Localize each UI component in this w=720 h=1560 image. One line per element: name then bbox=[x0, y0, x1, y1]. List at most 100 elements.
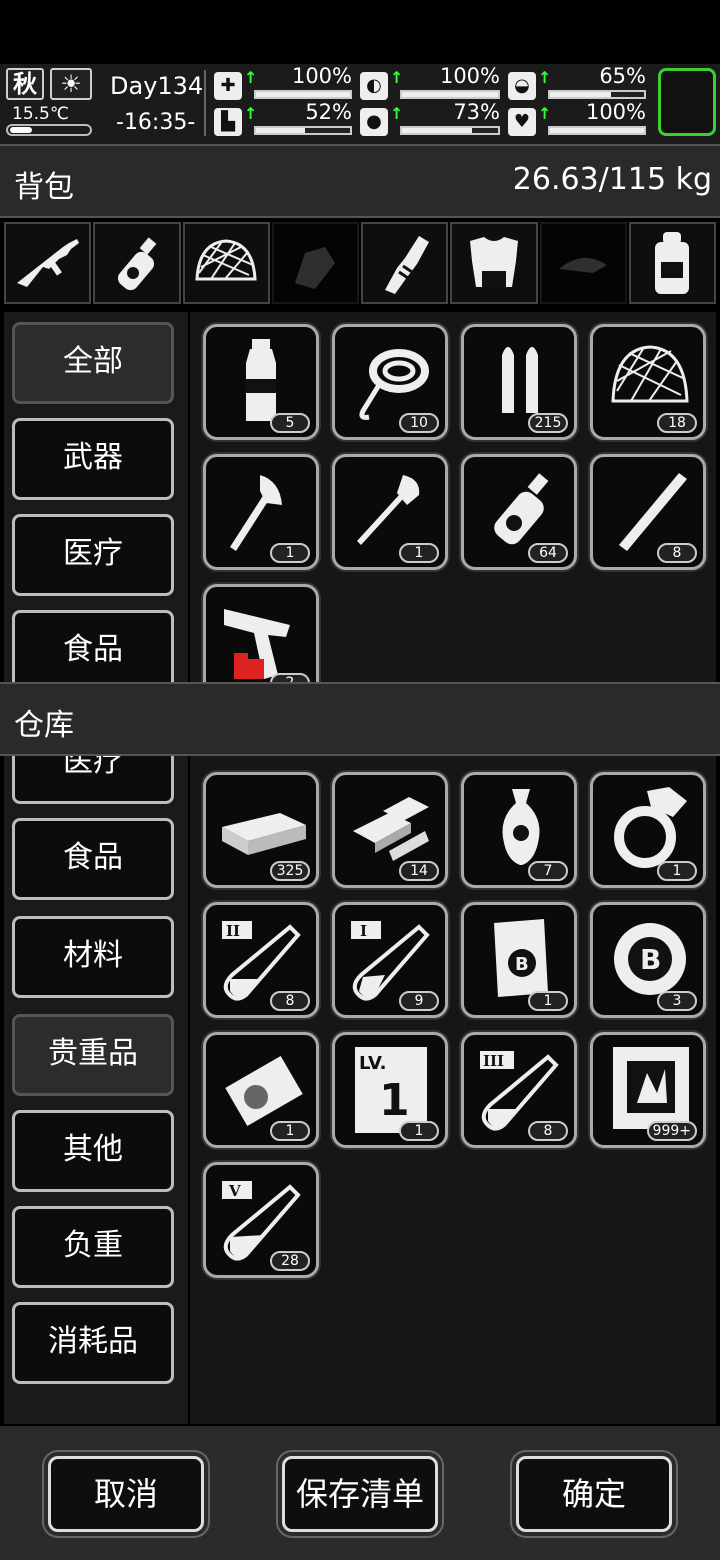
sun-icon: ☀ bbox=[50, 68, 92, 100]
item-level-card[interactable]: LV. 1 1 bbox=[332, 1032, 448, 1148]
photo-card-icon bbox=[613, 1047, 689, 1129]
equip-slot-gloves[interactable] bbox=[271, 222, 359, 304]
item-test-tube-5[interactable]: V 28 bbox=[203, 1162, 319, 1278]
save-list-button[interactable]: 保存清单 bbox=[282, 1456, 438, 1532]
item-stick[interactable]: 8 bbox=[590, 454, 706, 570]
item-rope[interactable]: 10 bbox=[332, 324, 448, 440]
equipment-strip bbox=[4, 222, 716, 304]
stat-armor: ◒ ↑ 65% bbox=[508, 64, 646, 100]
item-water-bottle[interactable]: 5 bbox=[203, 324, 319, 440]
boot-icon: ▙ bbox=[214, 108, 242, 136]
svg-text:1: 1 bbox=[379, 1075, 410, 1126]
temperature-label: 15.5℃ bbox=[12, 104, 69, 124]
game-clock: -16:35- bbox=[116, 110, 196, 135]
stat-mood: ♥ ↑ 100% bbox=[508, 100, 646, 136]
quick-slot-button[interactable] bbox=[658, 68, 716, 136]
svg-text:B: B bbox=[640, 943, 661, 976]
bullets-icon bbox=[502, 347, 538, 413]
item-helmet-net[interactable]: 18 bbox=[590, 324, 706, 440]
item-test-tube-3[interactable]: III 8 bbox=[461, 1032, 577, 1148]
category-consumables[interactable]: 消耗品 bbox=[12, 1302, 174, 1384]
backpack-scroll-area[interactable]: 全部 武器 医疗 食品 5 10 215 18 1 1 64 8 2 bbox=[0, 312, 720, 682]
up-arrow-icon: ↑ bbox=[244, 104, 258, 123]
vase-icon bbox=[502, 789, 540, 865]
heart-icon: ♥ bbox=[508, 108, 536, 136]
equip-slot-spray[interactable] bbox=[93, 222, 181, 304]
item-ticket[interactable]: 1 bbox=[203, 1032, 319, 1148]
item-test-tube-1[interactable]: I9 bbox=[332, 902, 448, 1018]
backpack-title: 背包 bbox=[14, 170, 74, 205]
category-materials[interactable]: 材料 bbox=[12, 916, 174, 998]
coin-icon: B bbox=[614, 923, 686, 995]
axe-icon bbox=[230, 475, 282, 551]
equip-slot-helmet[interactable] bbox=[182, 222, 270, 304]
season-indicator: 秋 bbox=[6, 68, 44, 100]
category-load[interactable]: 负重 bbox=[12, 1206, 174, 1288]
svg-text:V: V bbox=[228, 1182, 241, 1200]
category-weapons[interactable]: 武器 bbox=[12, 418, 174, 500]
warehouse-title: 仓库 bbox=[14, 708, 74, 743]
up-arrow-icon: ↑ bbox=[538, 68, 552, 87]
up-arrow-icon: ↑ bbox=[538, 104, 552, 123]
confirm-button[interactable]: 确定 bbox=[516, 1456, 672, 1532]
equip-slot-arm-guard[interactable] bbox=[361, 222, 449, 304]
thermometer-bar bbox=[6, 124, 92, 136]
item-ring[interactable]: 1 bbox=[590, 772, 706, 888]
stat-hunger: ◐ ↑ 100% bbox=[360, 64, 500, 100]
item-coin[interactable]: B3 bbox=[590, 902, 706, 1018]
warehouse-scroll-area[interactable]: 医疗 食品 材料 贵重品 其他 负重 消耗品 325 14 7 1 II 8 I9… bbox=[0, 756, 720, 1424]
backpack-header: 背包 26.63/115 kg bbox=[0, 144, 720, 218]
item-axe[interactable]: 1 bbox=[203, 454, 319, 570]
coin-bag-icon: B bbox=[494, 919, 548, 997]
item-flare-gun[interactable]: 2 bbox=[203, 584, 319, 682]
category-medical[interactable]: 医疗 bbox=[12, 756, 174, 804]
item-spray[interactable]: 64 bbox=[461, 454, 577, 570]
item-coin-bag[interactable]: B1 bbox=[461, 902, 577, 1018]
equip-slot-rifle[interactable] bbox=[4, 222, 92, 304]
equip-slot-vest[interactable] bbox=[450, 222, 538, 304]
helmet-net-icon bbox=[195, 239, 257, 281]
category-food[interactable]: 食品 bbox=[12, 610, 174, 682]
item-shovel[interactable]: 1 bbox=[332, 454, 448, 570]
rifle-icon bbox=[16, 239, 79, 287]
equip-slot-cap[interactable] bbox=[539, 222, 627, 304]
backpack-weight: 26.63/115 kg bbox=[512, 162, 712, 197]
item-gold-bars[interactable]: 14 bbox=[332, 772, 448, 888]
spray-bottle-icon bbox=[117, 237, 157, 291]
stick-icon bbox=[619, 473, 687, 551]
cancel-button[interactable]: 取消 bbox=[48, 1456, 204, 1532]
flare-gun-icon bbox=[224, 609, 290, 679]
stat-stamina: ▙ ↑ 52% bbox=[214, 100, 352, 136]
category-valuables[interactable]: 贵重品 bbox=[12, 1014, 174, 1096]
svg-text:III: III bbox=[483, 1052, 504, 1070]
item-test-tube-2[interactable]: II 8 bbox=[203, 902, 319, 1018]
rope-icon bbox=[359, 349, 429, 420]
up-arrow-icon: ↑ bbox=[390, 68, 404, 87]
hud-divider bbox=[204, 70, 206, 136]
item-vase[interactable]: 7 bbox=[461, 772, 577, 888]
item-bullets[interactable]: 215 bbox=[461, 324, 577, 440]
category-other[interactable]: 其他 bbox=[12, 1110, 174, 1192]
category-medical[interactable]: 医疗 bbox=[12, 514, 174, 596]
gold-bars-icon bbox=[353, 797, 429, 861]
category-food[interactable]: 食品 bbox=[12, 818, 174, 900]
helmet-icon: ◒ bbox=[508, 72, 536, 100]
stat-thirst: ● ↑ 73% bbox=[360, 100, 500, 136]
stat-health: ✚ ↑ 100% bbox=[214, 64, 352, 100]
test-tube-1-icon: I bbox=[351, 921, 430, 1001]
arm-guard-icon bbox=[384, 236, 429, 294]
water-bottle-icon bbox=[246, 339, 276, 421]
medkit-icon: ✚ bbox=[214, 72, 242, 100]
item-cash-stack[interactable]: 325 bbox=[203, 772, 319, 888]
equip-slot-backpack[interactable] bbox=[628, 222, 716, 304]
ring-icon bbox=[614, 787, 687, 868]
svg-text:LV.: LV. bbox=[359, 1053, 386, 1074]
item-photo-card[interactable]: 999+ bbox=[590, 1032, 706, 1148]
test-tube-3-icon: III bbox=[480, 1051, 559, 1131]
svg-text:I: I bbox=[360, 922, 367, 940]
vest-icon bbox=[469, 237, 518, 287]
day-counter: Day134 bbox=[110, 72, 204, 100]
stomach-icon: ◐ bbox=[360, 72, 388, 100]
water-drop-icon: ● bbox=[360, 108, 388, 136]
category-all[interactable]: 全部 bbox=[12, 322, 174, 404]
